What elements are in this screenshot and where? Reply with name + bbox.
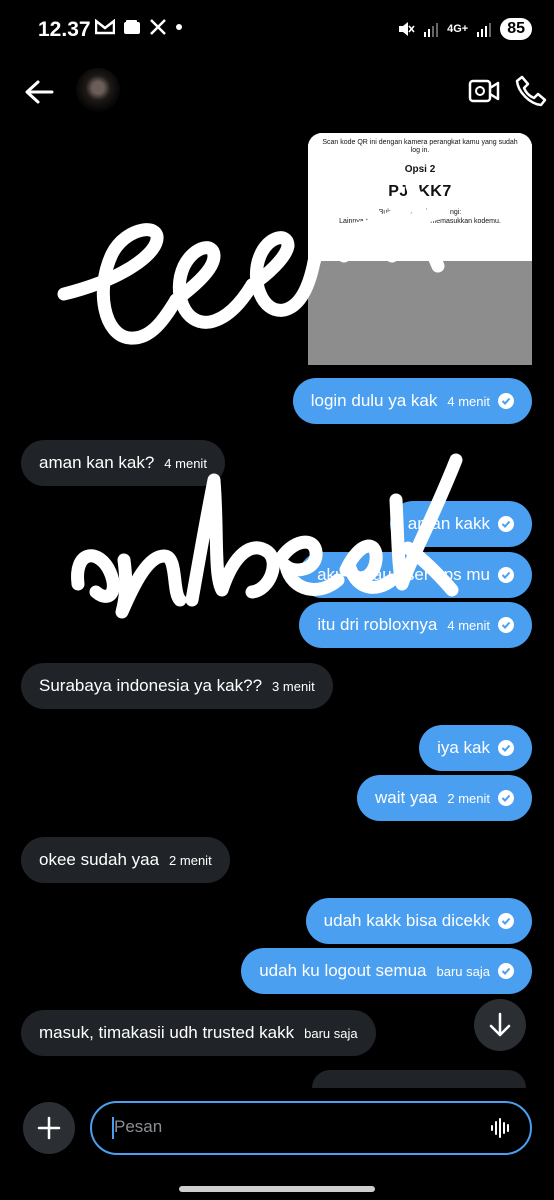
dot-icon — [176, 24, 182, 30]
add-attachment-button[interactable] — [23, 1102, 75, 1154]
message-text: aman kakk — [407, 514, 490, 533]
voice-wave-icon[interactable] — [490, 1117, 512, 1139]
composer-bar: Pesan — [0, 1098, 554, 1160]
message-text: aman kan kak? — [39, 453, 155, 472]
video-call-icon[interactable] — [468, 76, 500, 106]
message-text: udah ku logout semua — [259, 961, 427, 980]
message-time: 4 menit — [447, 617, 490, 633]
message-bubble[interactable]: aman kan kak? 4 menit — [21, 440, 225, 486]
message-text: login dulu ya kak — [310, 391, 438, 410]
signal-icon — [424, 23, 439, 37]
read-check-icon — [498, 617, 514, 633]
message-text: aku gatau user / ps mu — [317, 565, 490, 584]
message-bubble[interactable]: udah ku logout semua baru saja — [241, 948, 532, 994]
message-bubble[interactable]: Surabaya indonesia ya kak?? 3 menit — [21, 663, 333, 709]
phone-icon[interactable] — [514, 74, 548, 108]
x-icon — [150, 19, 166, 35]
message-text: okee sudah yaa — [39, 850, 160, 869]
system-icons: 4G+ 85 — [397, 18, 532, 40]
message-bubble[interactable]: okee sudah yaa 2 menit — [21, 837, 230, 883]
read-check-icon — [498, 913, 514, 929]
home-indicator — [179, 1186, 375, 1192]
message-text: itu dri robloxnya — [317, 615, 438, 634]
arrow-down-icon — [489, 1012, 511, 1037]
message-input[interactable]: Pesan — [90, 1101, 532, 1155]
read-check-icon — [498, 516, 514, 532]
signal-icon-2 — [477, 23, 492, 37]
message-bubble[interactable]: masuk, timakasii udh trusted kakk baru s… — [21, 1010, 376, 1056]
read-check-icon — [498, 567, 514, 583]
notification-icons — [95, 18, 183, 36]
gmail-icon — [95, 19, 115, 35]
read-check-icon — [498, 790, 514, 806]
message-bubble[interactable]: udah kakk bisa dicekk — [305, 898, 532, 944]
read-check-icon — [498, 393, 514, 409]
image-content: Scan kode QR ini dengan kamera perangkat… — [308, 133, 532, 261]
message-time: 2 menit — [447, 790, 490, 806]
read-check-icon — [498, 740, 514, 756]
shared-image[interactable]: Scan kode QR ini dengan kamera perangkat… — [308, 133, 532, 365]
message-bubble[interactable]: aku gatau user / ps mu — [299, 552, 532, 598]
message-text: udah kakk bisa dicekk — [323, 911, 490, 930]
arrow-left-icon[interactable] — [22, 78, 56, 106]
image-gray-area — [308, 261, 532, 365]
message-text: iya kak — [437, 738, 490, 757]
message-text: wait yaa — [374, 788, 438, 807]
qr-option-title: Opsi 2 — [404, 163, 436, 175]
input-placeholder: Pesan — [114, 1117, 163, 1136]
message-bubble[interactable]: aman kakk — [389, 501, 532, 547]
read-check-icon — [498, 963, 514, 979]
message-time: baru saja — [304, 1025, 358, 1041]
message-time: 4 menit — [447, 393, 490, 409]
scroll-down-button[interactable] — [474, 999, 526, 1051]
qr-instruction: Scan kode QR ini dengan kamera perangkat… — [322, 139, 518, 155]
status-time: 12.37 — [38, 18, 91, 41]
qr-line-1: Buka Roblox lalu kunjungi: — [378, 208, 462, 216]
partial-message-bubble — [312, 1070, 526, 1088]
message-time: 4 menit — [164, 455, 207, 471]
qr-line-2: Lainnya > Login Cepat untuk memasukkan k… — [339, 218, 501, 226]
message-bubble[interactable]: login dulu ya kak 4 menit — [292, 378, 532, 424]
plus-icon — [37, 1116, 61, 1140]
message-time: 2 menit — [169, 852, 212, 868]
message-bubble[interactable]: wait yaa 2 menit — [356, 775, 532, 821]
mute-icon — [399, 22, 415, 36]
status-bar: 12.37 4G+ 85 — [0, 0, 554, 60]
wallet-icon — [124, 20, 140, 34]
network-type: 4G+ — [447, 23, 469, 35]
message-bubble[interactable]: itu dri robloxnya 4 menit — [299, 602, 532, 648]
message-bubble[interactable]: iya kak — [419, 725, 532, 771]
message-time: baru saja — [436, 963, 490, 979]
message-text: masuk, timakasii udh trusted kakk — [39, 1023, 295, 1042]
avatar[interactable] — [76, 68, 120, 112]
message-text: Surabaya indonesia ya kak?? — [39, 676, 263, 695]
message-time: 3 menit — [272, 678, 315, 694]
qr-code-text: PJ7KK7 — [388, 182, 452, 200]
battery-level: 85 — [500, 18, 532, 40]
chat-header — [0, 64, 554, 120]
